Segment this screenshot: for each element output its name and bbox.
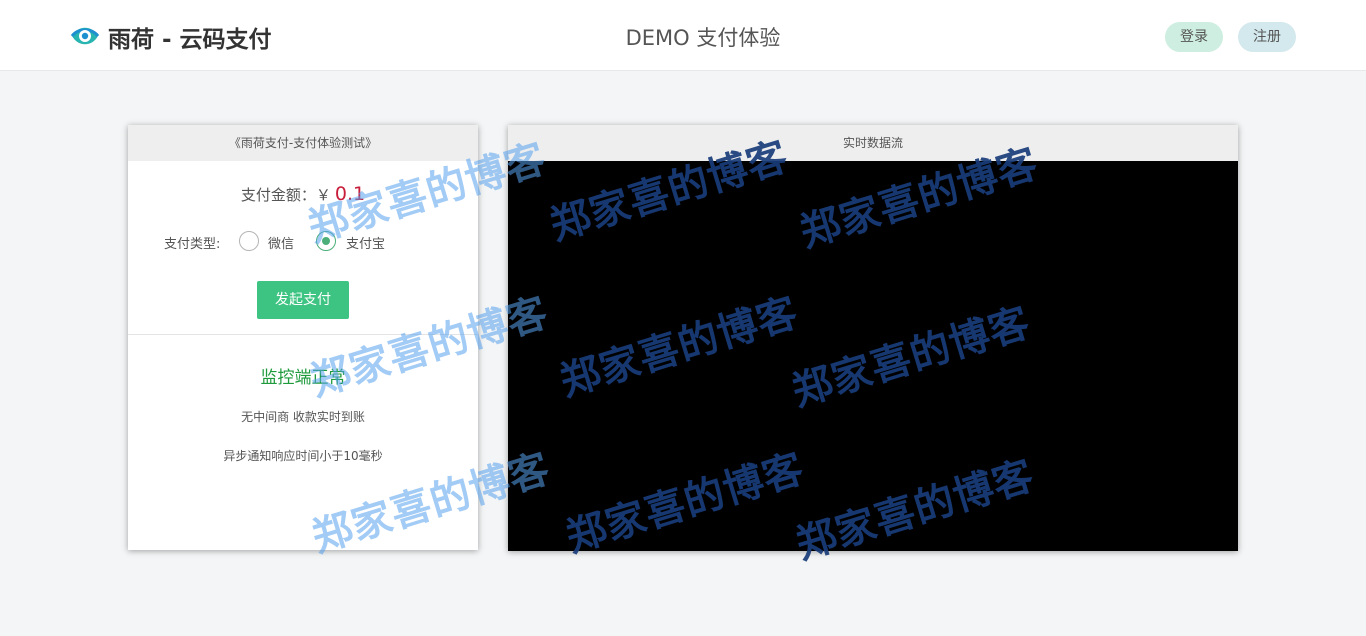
alipay-option-label[interactable]: 支付宝 (346, 233, 385, 252)
page-title: DEMO 支付体验 (625, 26, 781, 50)
amount-value: 0.1 (334, 183, 366, 205)
feature-text: 无中间商 收款实时到账 (241, 410, 365, 424)
eye-logo-icon (70, 27, 100, 45)
brand-name[interactable]: 雨荷 - 云码支付 (108, 20, 272, 54)
feature-text: 异步通知响应时间小于10毫秒 (223, 449, 383, 463)
wechat-option-label[interactable]: 微信 (268, 233, 294, 252)
stream-card-title: 实时数据流 (508, 125, 1238, 161)
payment-card-title: 《雨荷支付-支付体验测试》 (128, 125, 478, 161)
monitor-status: 监控端正常 (260, 368, 346, 388)
alipay-radio[interactable] (316, 231, 336, 251)
realtime-stream-card: 实时数据流 (508, 125, 1238, 551)
register-button[interactable]: 注册 (1238, 22, 1296, 52)
start-payment-button[interactable]: 发起支付 (257, 281, 349, 319)
top-header: 雨荷 - 云码支付 DEMO 支付体验 登录 注册 (0, 0, 1366, 71)
divider (128, 334, 478, 335)
payment-test-card: 《雨荷支付-支付体验测试》 支付金额：￥ 0.1 支付类型: 微信 支付宝 发起支… (128, 125, 478, 550)
payment-type-label: 支付类型: (164, 237, 221, 252)
wechat-radio[interactable] (239, 231, 259, 251)
amount-row: 支付金额：￥ 0.1 (128, 183, 478, 205)
login-button[interactable]: 登录 (1165, 22, 1223, 52)
amount-label: 支付金额：￥ (240, 186, 331, 204)
